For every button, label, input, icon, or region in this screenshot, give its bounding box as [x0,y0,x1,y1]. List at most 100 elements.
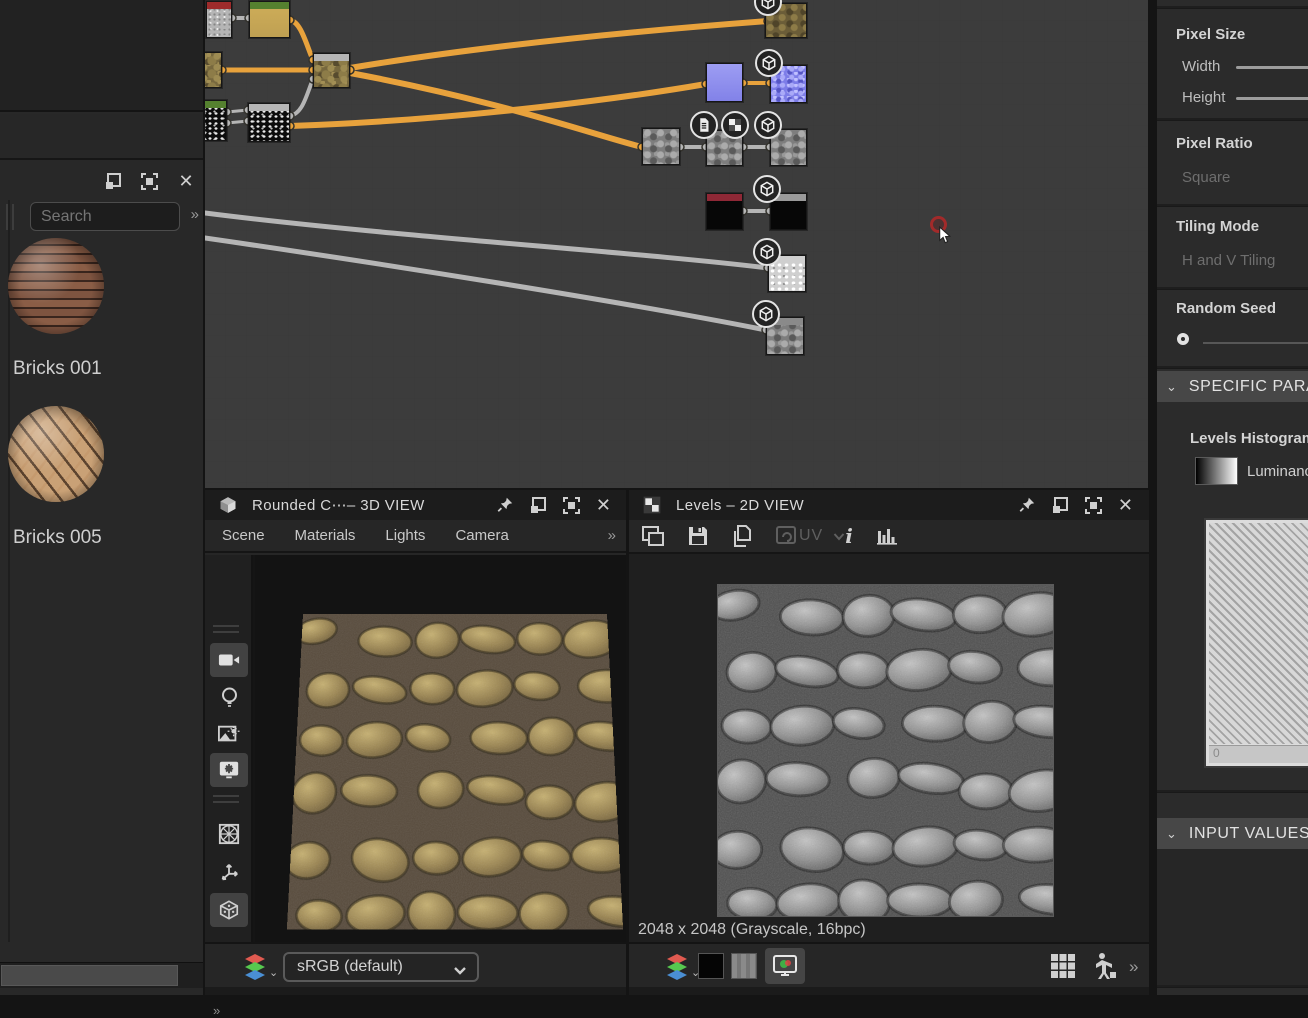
panel-title: Levels – 2D VIEW [676,497,804,514]
geometry-button[interactable] [210,817,248,851]
display-color-button[interactable] [765,948,805,984]
menu-camera[interactable]: Camera [455,527,508,544]
width-slider[interactable] [1236,66,1308,69]
random-seed-track[interactable] [1203,342,1308,344]
float-window-icon[interactable] [1051,494,1069,516]
camera-display-button[interactable] [210,643,248,677]
cube-badge-icon[interactable] [752,300,780,328]
texture-size-status: 2048 x 2048 (Grayscale, 16bpc) [638,921,866,939]
scrollbar-thumb[interactable] [1,965,178,986]
float-window-icon[interactable] [529,494,547,516]
info-icon[interactable]: i [845,524,853,548]
panel-title: Rounded C⋯– 3D VIEW [252,496,425,514]
view3d-titlebar[interactable]: Rounded C⋯– 3D VIEW ✕ [205,490,626,520]
cube-badge-icon[interactable] [754,111,782,139]
height-slider[interactable] [1236,97,1308,100]
float-window-icon[interactable] [102,170,124,192]
checker-badge-icon[interactable] [721,111,749,139]
divider [1157,366,1308,369]
view2d-viewport[interactable]: 2048 x 2048 (Grayscale, 16bpc) [629,554,1149,942]
node-speckle-blend[interactable] [248,103,290,142]
chevron-down-icon[interactable] [833,532,845,541]
node-gray-a[interactable] [642,128,680,165]
histogram-min-value: 0 [1213,746,1220,760]
node-uniform-blue[interactable] [706,63,743,102]
horizontal-scrollbar[interactable] [0,962,203,988]
uv-toggle[interactable]: UV [799,527,823,545]
bottombar-overflow-button[interactable]: » [1129,957,1138,977]
pin-icon[interactable] [496,494,514,516]
library-overflow-button[interactable]: » [191,206,199,223]
background-black-swatch[interactable] [698,953,724,979]
cursor-arrow-icon [938,226,952,245]
environment-button[interactable] [210,717,248,751]
background-gray-swatch[interactable] [731,953,757,979]
video-camera-icon [218,652,240,668]
layers-color-icon[interactable] [663,952,691,980]
tile-grid-icon[interactable] [1050,953,1076,979]
menu-scene[interactable]: Scene [222,527,265,544]
layers-color-icon[interactable] [241,952,269,980]
levels-histogram-widget[interactable]: 0 [1204,518,1308,768]
view2d-titlebar[interactable]: Levels – 2D VIEW ✕ [629,490,1149,520]
drag-handle-icon[interactable] [213,795,239,803]
close-icon[interactable]: ✕ [175,170,197,192]
maximize-window-icon[interactable] [138,170,160,192]
view2d-toolbar: UV i [629,520,1149,554]
node-dirt-blend[interactable] [313,53,350,88]
colorspace-value: sRGB (default) [297,958,403,976]
node-uniform-color-red[interactable] [206,1,232,38]
display-settings-button[interactable] [210,753,248,787]
maximize-window-icon[interactable] [1084,494,1103,516]
menu-lights[interactable]: Lights [385,527,425,544]
doc-badge-icon[interactable] [690,111,718,139]
cube-badge-icon[interactable] [755,49,783,77]
close-icon[interactable]: ✕ [596,494,611,516]
cube-badge-icon[interactable] [753,175,781,203]
random-seed-label: Random Seed [1176,300,1276,317]
node-graph-canvas[interactable] [205,0,1148,488]
width-label: Width [1182,58,1220,75]
histogram-icon[interactable] [875,526,899,546]
mannequin-scale-icon[interactable] [1091,952,1117,980]
node-speckle-source[interactable] [205,100,227,141]
copy-icon[interactable] [731,525,753,547]
histogram-mode-value[interactable]: Luminance [1247,463,1308,480]
material-sphere-bricks-005[interactable] [8,406,104,502]
tiling-mode-value[interactable]: H and V Tiling [1182,252,1275,269]
material-sphere-bricks-001[interactable] [8,238,104,334]
pin-icon[interactable] [1018,494,1036,516]
move-axis-icon [218,861,240,883]
light-button[interactable] [210,681,248,715]
specific-parameters-header[interactable]: ⌄ SPECIFIC PARAMETERS [1157,371,1308,402]
search-input[interactable] [30,202,180,231]
drag-handle-icon[interactable] [213,625,239,633]
histogram-plot-area[interactable] [1209,523,1308,744]
menu-materials[interactable]: Materials [295,527,356,544]
node-uniform-dark-red[interactable] [706,193,743,230]
node-grunge-green[interactable] [249,1,290,38]
divider [1157,6,1308,9]
view3d-viewport[interactable] [255,555,626,942]
node-speckle-blend-header [249,104,289,111]
toolbar-overflow-button[interactable]: » [213,1003,220,1018]
gradient-ramp-swatch[interactable] [1195,457,1238,485]
library-header: ✕ [0,162,203,200]
input-values-header[interactable]: ⌄ INPUT VALUES [1157,818,1308,849]
pixel-ratio-value[interactable]: Square [1182,169,1230,186]
node-dirt-source[interactable] [205,52,222,88]
reload-texture-icon[interactable] [775,525,799,547]
menubar-overflow-button[interactable]: » [608,527,616,544]
close-icon[interactable]: ✕ [1118,494,1133,516]
colorspace-select[interactable]: sRGB (default) [283,952,479,982]
new-view-icon[interactable] [641,525,665,547]
mesh-cube-button[interactable] [210,893,248,927]
random-seed-knob[interactable] [1177,333,1189,345]
environment-image-icon [218,724,240,744]
save-icon[interactable] [687,525,709,547]
maximize-window-icon[interactable] [562,494,581,516]
pixel-size-label: Pixel Size [1176,26,1245,43]
tiling-mode-label: Tiling Mode [1176,218,1259,235]
cube-badge-icon[interactable] [753,238,781,266]
transform-button[interactable] [210,855,248,889]
